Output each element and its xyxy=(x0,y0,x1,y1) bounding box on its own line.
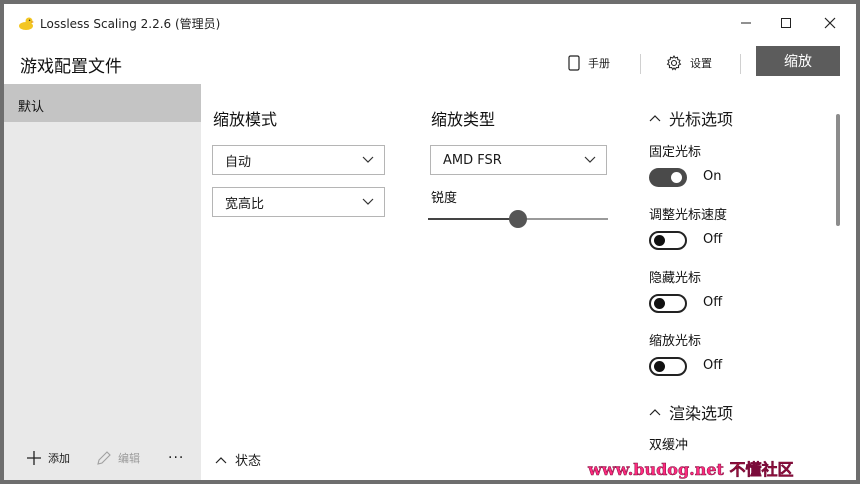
maximize-button[interactable] xyxy=(766,10,806,36)
header-divider xyxy=(640,54,641,74)
chevron-down-icon xyxy=(362,198,374,205)
more-options-button[interactable]: ··· xyxy=(168,446,184,470)
toggle-state: Off xyxy=(703,358,723,373)
add-profile-button[interactable]: 添加 xyxy=(26,446,70,470)
scaling-mode-dropdown[interactable]: 自动 xyxy=(212,145,385,175)
toggle-knob xyxy=(654,298,665,309)
main-panel: 缩放模式 自动 宽高比 缩放类型 AMD FSR 锐度 状态 xyxy=(201,84,631,480)
render-options-header[interactable]: 渲染选项 xyxy=(649,400,733,424)
render-options-title: 渲染选项 xyxy=(669,404,734,423)
profile-label: 默认 xyxy=(18,100,45,115)
sharpness-slider[interactable] xyxy=(428,210,608,228)
option-label: 缩放光标 xyxy=(649,334,702,349)
chevron-down-icon xyxy=(362,156,374,163)
aspect-ratio-dropdown[interactable]: 宽高比 xyxy=(212,187,385,217)
scaling-type-title: 缩放类型 xyxy=(431,110,496,129)
hide-cursor-toggle[interactable] xyxy=(649,294,687,313)
chevron-up-icon xyxy=(649,115,661,122)
toggle-state: Off xyxy=(703,232,723,247)
minimize-button[interactable] xyxy=(726,10,766,36)
chevron-up-icon xyxy=(215,456,227,463)
manual-button[interactable]: 手册 xyxy=(568,52,610,74)
page-title: 游戏配置文件 xyxy=(20,57,122,77)
toggle-knob xyxy=(671,172,682,183)
scale-button[interactable]: 缩放 xyxy=(756,46,840,76)
window-title: Lossless Scaling 2.2.6 (管理员) xyxy=(40,17,221,31)
lock-cursor-toggle[interactable] xyxy=(649,168,687,187)
options-panel: 光标选项 固定光标 On 调整光标速度 Off 隐藏光标 Off 缩放光标 Of… xyxy=(631,84,856,480)
settings-label: 设置 xyxy=(690,57,712,70)
manual-label: 手册 xyxy=(588,57,610,70)
sharpness-fill xyxy=(428,218,518,220)
settings-button[interactable]: 设置 xyxy=(666,52,712,74)
close-button[interactable] xyxy=(810,10,850,36)
chevron-up-icon xyxy=(649,409,661,416)
option-label: 双缓冲 xyxy=(649,438,689,453)
toggle-knob xyxy=(654,361,665,372)
gear-icon xyxy=(666,55,682,71)
close-icon xyxy=(824,17,836,29)
aspect-ratio-value: 宽高比 xyxy=(225,196,265,212)
option-label: 隐藏光标 xyxy=(649,271,702,286)
chevron-down-icon xyxy=(584,156,596,163)
add-label: 添加 xyxy=(48,452,70,465)
pencil-icon xyxy=(97,451,111,465)
cursor-options-header[interactable]: 光标选项 xyxy=(649,106,733,130)
options-scrollbar[interactable] xyxy=(836,114,840,226)
header-bar: 游戏配置文件 手册 设置 缩放 xyxy=(4,42,856,84)
scaling-mode-title: 缩放模式 xyxy=(213,110,278,129)
toggle-state: On xyxy=(703,169,722,184)
cursor-options-title: 光标选项 xyxy=(669,110,734,129)
profile-sidebar: 默认 添加 编辑 ··· xyxy=(4,84,201,480)
cursor-speed-toggle[interactable] xyxy=(649,231,687,250)
edit-profile-button[interactable]: 编辑 xyxy=(96,446,140,470)
scaling-mode-value: 自动 xyxy=(225,154,252,170)
app-window: Lossless Scaling 2.2.6 (管理员) 游戏配置文件 手册 设… xyxy=(4,4,856,480)
scaling-type-value: AMD FSR xyxy=(443,152,502,168)
site-watermark: www.budog.net 不懂社区 xyxy=(588,456,794,480)
header-divider xyxy=(740,54,741,74)
scale-cursor-toggle[interactable] xyxy=(649,357,687,376)
edit-label: 编辑 xyxy=(118,452,140,465)
watermark-url: www.budog.net xyxy=(588,460,724,480)
toggle-knob xyxy=(654,235,665,246)
option-label: 调整光标速度 xyxy=(649,208,728,223)
title-bar: Lossless Scaling 2.2.6 (管理员) xyxy=(4,4,856,42)
maximize-icon xyxy=(781,18,791,28)
plus-icon xyxy=(27,451,41,465)
scaling-type-dropdown[interactable]: AMD FSR xyxy=(430,145,607,175)
sharpness-thumb[interactable] xyxy=(509,210,527,228)
option-label: 固定光标 xyxy=(649,145,702,160)
toggle-state: Off xyxy=(703,295,723,310)
status-toggle[interactable]: 状态 xyxy=(215,450,261,469)
book-icon xyxy=(568,55,580,71)
watermark-cn: 不懂社区 xyxy=(729,460,794,480)
profile-item-default[interactable]: 默认 xyxy=(4,84,201,122)
minimize-icon xyxy=(741,22,751,24)
sharpness-label: 锐度 xyxy=(431,191,458,206)
status-label: 状态 xyxy=(235,454,262,469)
duck-app-icon xyxy=(19,17,34,30)
